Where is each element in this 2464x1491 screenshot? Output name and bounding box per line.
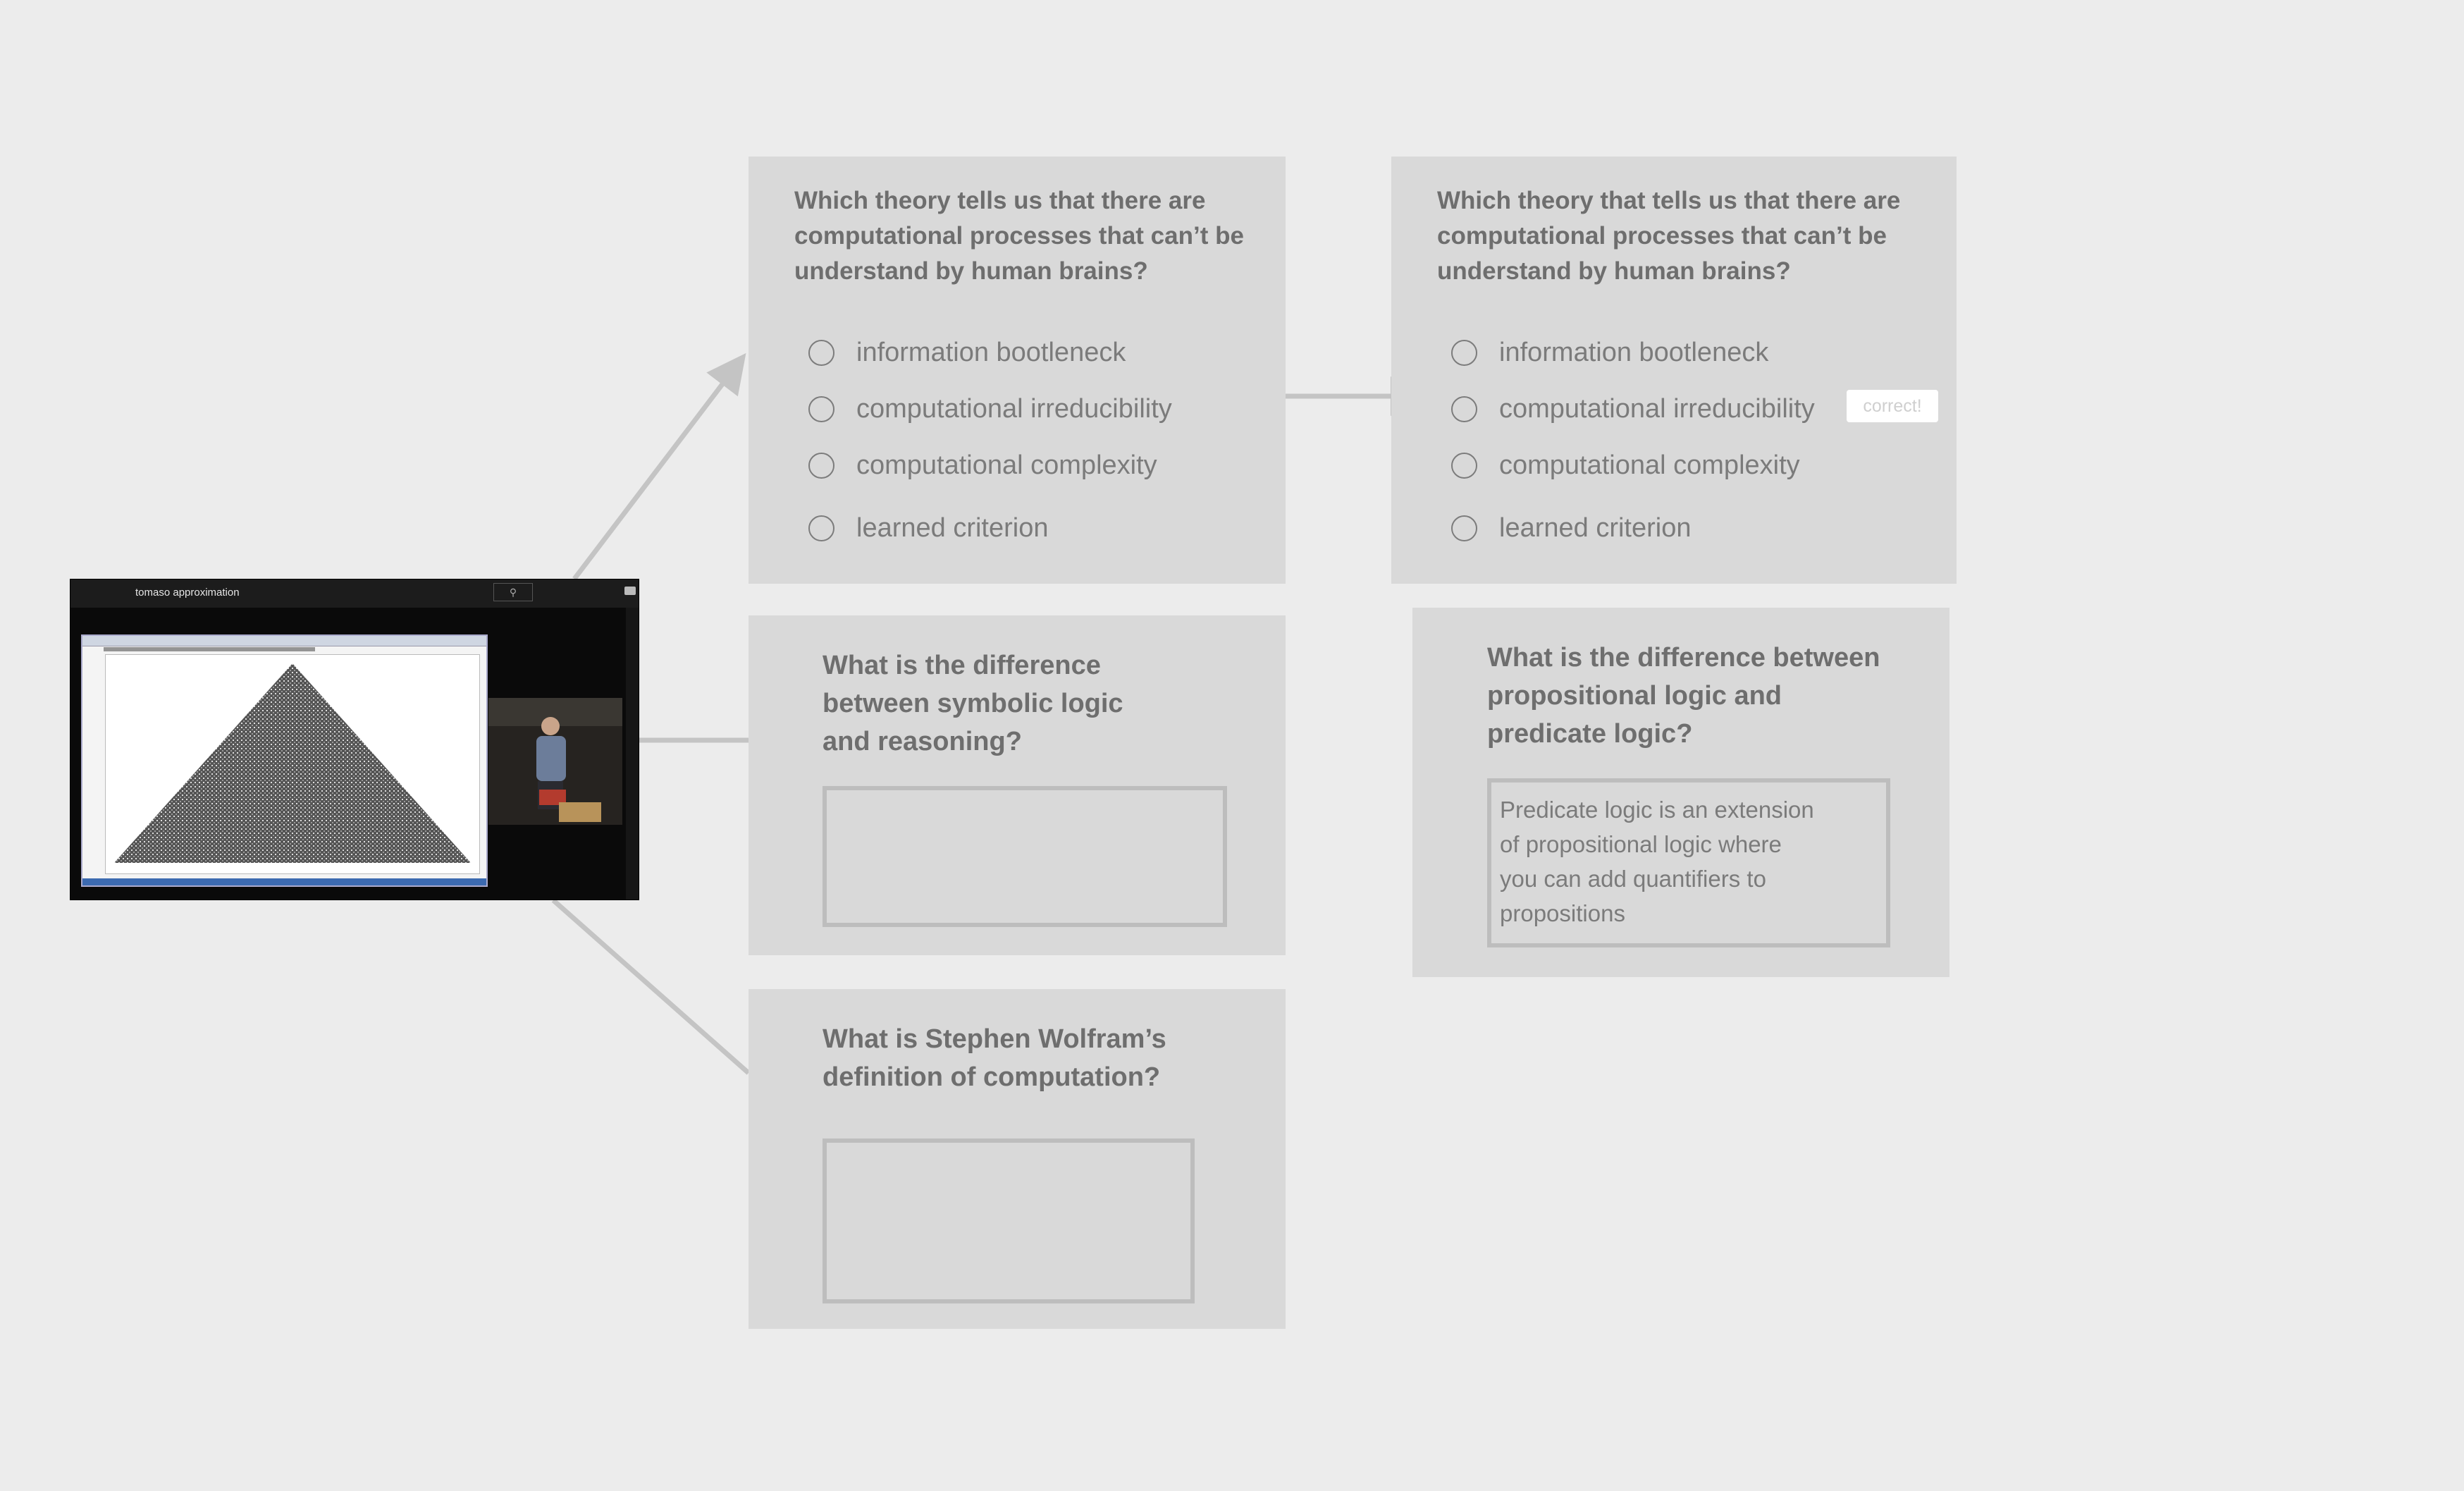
radio-button[interactable] (808, 515, 834, 541)
answer-text: Predicate logic is an extension of propo… (1500, 797, 1814, 926)
automaton-triangle (114, 663, 471, 863)
cellular-automaton-plot (105, 654, 480, 874)
answer-input[interactable] (823, 786, 1227, 927)
option-label: computational irreducibility (1499, 394, 1815, 424)
slide-code-line (104, 647, 315, 651)
question-text: What is the difference between symbolic … (823, 651, 1123, 756)
video-player[interactable]: tomaso approximation ⚲ (70, 579, 639, 900)
option-label: computational complexity (1499, 450, 1800, 480)
question-text: Which theory that tells us that there ar… (1437, 187, 1901, 285)
option-label: information bootleneck (856, 338, 1126, 367)
question-text: What is the difference between propositi… (1487, 643, 1880, 749)
option-label: computational complexity (856, 450, 1157, 480)
option-label: computational irreducibility (856, 394, 1172, 424)
radio-button[interactable] (1451, 396, 1477, 422)
quiz-card-open-propositional: What is the difference between propositi… (1412, 608, 1949, 977)
connector-video-to-mc (572, 352, 746, 581)
radio-button[interactable] (1451, 340, 1477, 366)
radio-button[interactable] (808, 453, 834, 479)
video-camera-icon[interactable] (624, 587, 636, 595)
radio-button[interactable] (1451, 515, 1477, 541)
option-label: information bootleneck (1499, 338, 1769, 367)
video-slide-screen (81, 634, 488, 887)
slide-taskbar (82, 878, 486, 885)
connector-video-to-wolfram (551, 898, 751, 1075)
question-text: What is Stephen Wolfram’s definition of … (823, 1024, 1166, 1092)
quiz-card-mc-unanswered: Which theory tells us that there are com… (749, 157, 1286, 584)
quiz-card-open-wolfram: What is Stephen Wolfram’s definition of … (749, 989, 1286, 1329)
video-search-bar: tomaso approximation ⚲ (70, 579, 639, 608)
question-text: Which theory tells us that there are com… (794, 187, 1244, 285)
answer-input[interactable] (823, 1139, 1195, 1303)
video-scrollbar[interactable] (626, 608, 639, 900)
radio-button[interactable] (808, 340, 834, 366)
radio-button[interactable] (808, 396, 834, 422)
slide-toolbar (82, 636, 486, 646)
radio-button[interactable] (1451, 453, 1477, 479)
quiz-card-open-symbolic: What is the difference between symbolic … (749, 615, 1286, 955)
speaker-video-feed (488, 698, 622, 825)
correct-feedback-badge: correct! (1847, 390, 1938, 422)
search-icon[interactable]: ⚲ (493, 583, 533, 601)
option-label: learned criterion (1499, 513, 1692, 543)
video-search-query[interactable]: tomaso approximation (135, 585, 240, 601)
option-label: learned criterion (856, 513, 1049, 543)
quiz-card-mc-answered: Which theory that tells us that there ar… (1391, 157, 1957, 584)
answer-input[interactable]: Predicate logic is an extension of propo… (1487, 778, 1890, 947)
